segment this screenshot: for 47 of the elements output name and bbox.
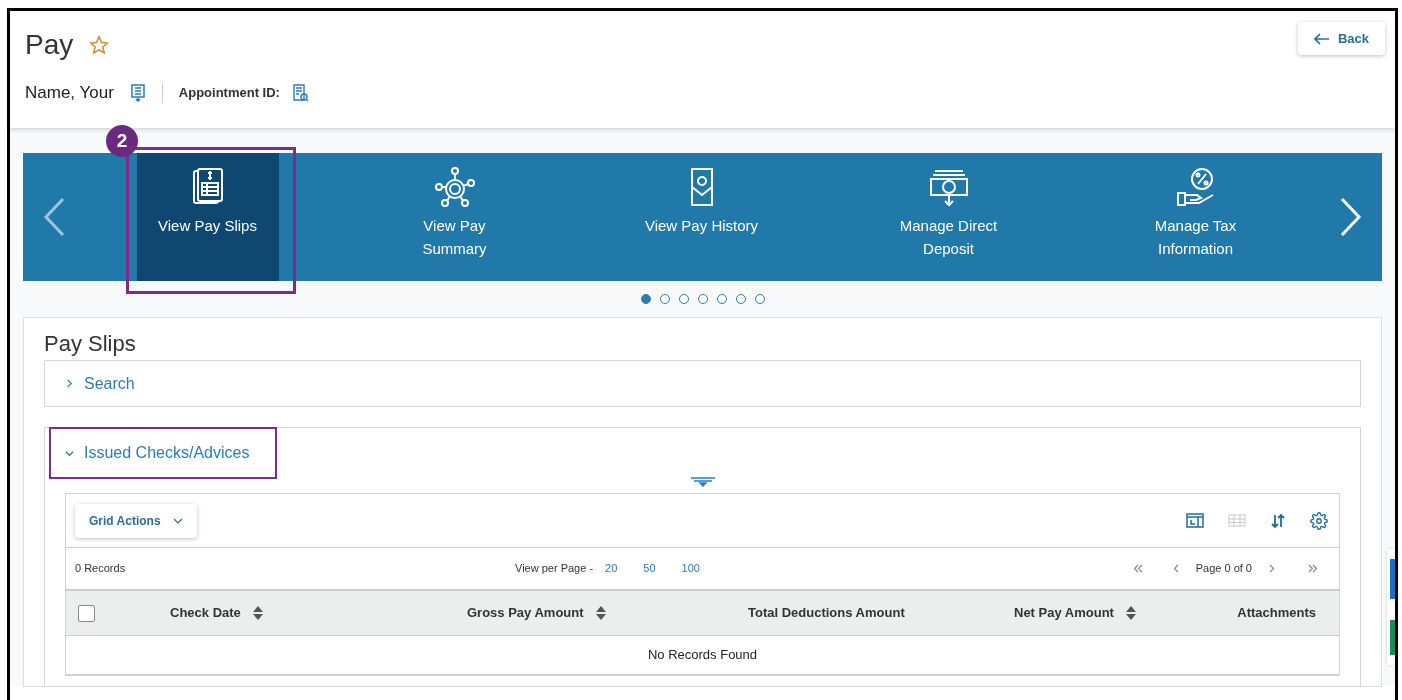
sort-icon[interactable] xyxy=(252,606,263,620)
chevron-icon xyxy=(65,448,74,458)
document-download-icon[interactable] xyxy=(129,83,146,102)
sort-icon[interactable] xyxy=(1125,606,1136,620)
record-count: 0 Records xyxy=(75,561,127,577)
sort-arrows-icon[interactable] xyxy=(1270,512,1286,529)
dollar-network-icon xyxy=(432,165,477,209)
previous-page-icon[interactable] xyxy=(1172,564,1179,573)
page-title: Pay xyxy=(25,28,74,62)
select-all-checkbox[interactable] xyxy=(78,604,95,622)
star-icon[interactable] xyxy=(89,35,110,55)
column-header: Net Pay Amount xyxy=(1014,604,1114,623)
employee-name: Name, Your xyxy=(25,82,114,104)
document-search-icon[interactable] xyxy=(291,83,309,102)
section-toggle[interactable]: Search xyxy=(45,361,155,406)
sort-icon[interactable] xyxy=(595,606,606,620)
per-page-label: View per Page - xyxy=(515,561,594,577)
carousel-tile[interactable]: View Pay History xyxy=(630,153,773,281)
per-page-link[interactable]: 100 xyxy=(681,560,700,577)
column-header: Total Deductions Amount xyxy=(748,604,905,623)
first-page-icon[interactable] xyxy=(1132,564,1143,573)
carousel-tile[interactable]: View Pay Summary xyxy=(383,153,526,281)
filter-lines-icon[interactable] xyxy=(690,477,715,487)
per-page-link[interactable]: 20 xyxy=(605,560,618,577)
arrow-left-icon xyxy=(1313,32,1330,45)
chevron-icon xyxy=(65,379,74,388)
section-toggle[interactable]: Issued Checks/Advices xyxy=(45,429,270,477)
back-button[interactable]: Back xyxy=(1297,22,1385,55)
layout-icon[interactable] xyxy=(1186,513,1204,528)
page-info: Page 0 of 0 xyxy=(1195,561,1252,577)
chevron-left-icon xyxy=(42,197,65,237)
carousel-tile[interactable]: Manage Direct Deposit xyxy=(877,153,1020,281)
settings-icon[interactable] xyxy=(1310,511,1328,530)
carousel-tile[interactable]: Manage Tax Information xyxy=(1124,153,1267,281)
carousel-tile[interactable]: View Pay Slips xyxy=(136,153,279,281)
next-page-icon[interactable] xyxy=(1269,564,1275,573)
column-header: Gross Pay Amount xyxy=(467,604,584,623)
panel-title: Pay Slips xyxy=(44,330,137,358)
chevron-right-icon xyxy=(1339,197,1362,237)
column-header: Attachments xyxy=(1237,604,1316,623)
last-page-icon[interactable] xyxy=(1308,564,1318,573)
appointment-label: Appointment ID: xyxy=(178,84,280,102)
column-header: Check Date xyxy=(170,604,241,623)
empty-message: No Records Found xyxy=(647,646,758,665)
grid-actions-button[interactable]: Grid Actions xyxy=(75,503,197,538)
caret-icon xyxy=(172,517,183,524)
per-page-link[interactable]: 50 xyxy=(643,560,656,577)
